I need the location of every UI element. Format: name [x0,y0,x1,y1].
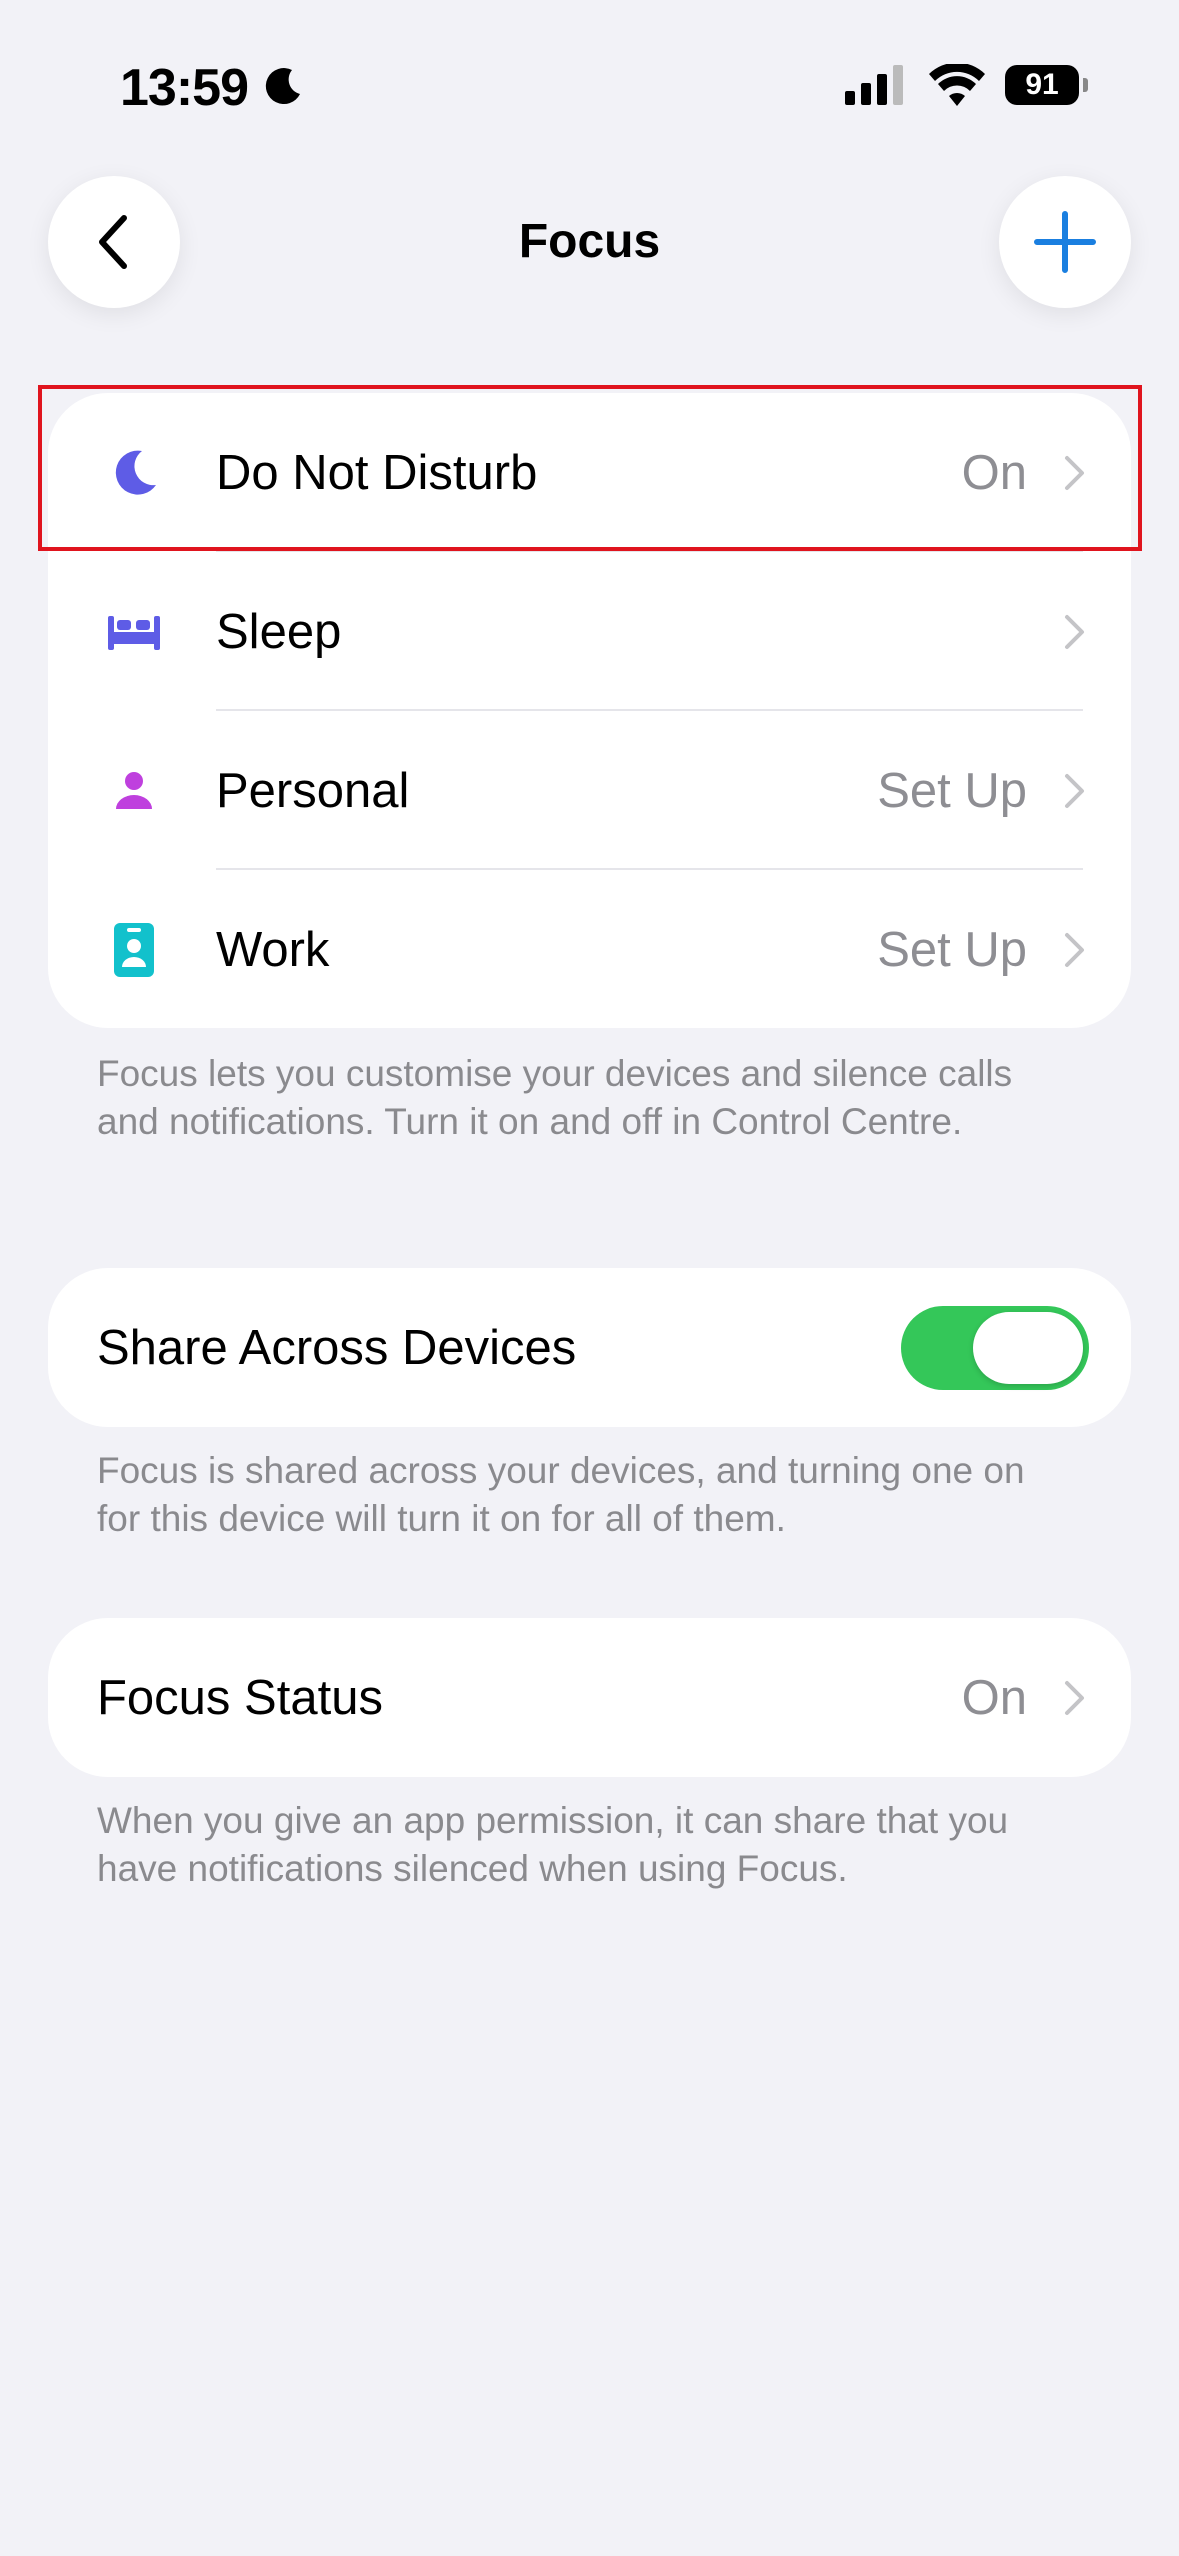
focus-status-footnote: When you give an app permission, it can … [97,1800,1009,1889]
wifi-icon [929,64,985,106]
share-footnote: Focus is shared across your devices, and… [97,1450,1025,1539]
battery-indicator: 91 [1005,65,1088,105]
focus-modes-list: Do Not Disturb On Sleep Personal Set Up … [48,393,1131,1028]
share-across-devices-group: Share Across Devices [48,1268,1131,1427]
chevron-right-icon [1065,614,1084,649]
focus-item-label: Work [216,922,330,977]
chevron-right-icon [1065,455,1084,490]
share-across-devices-row: Share Across Devices [48,1268,1131,1427]
share-across-devices-label: Share Across Devices [97,1320,577,1375]
focus-item-label: Personal [216,763,410,818]
cellular-signal-icon [845,65,903,105]
moon-icon [106,445,162,501]
focus-item-value: Set Up [877,763,1027,818]
chevron-right-icon [1065,773,1084,808]
chevron-right-icon [1065,1680,1084,1715]
focus-item-do-not-disturb[interactable]: Do Not Disturb On [48,393,1131,552]
plus-icon [1034,211,1096,273]
share-across-devices-toggle[interactable] [901,1305,1089,1390]
focus-item-label: Sleep [216,604,342,659]
focus-footnote: Focus lets you customise your devices an… [97,1053,1013,1142]
focus-item-value: On [961,445,1027,500]
add-focus-button[interactable] [999,176,1131,308]
focus-status-row[interactable]: Focus Status On [48,1618,1131,1777]
focus-item-work[interactable]: Work Set Up [48,870,1131,1028]
status-icons: 91 [845,64,1088,106]
focus-status-group: Focus Status On [48,1618,1131,1777]
status-time: 13:59 [120,59,249,117]
id-badge-icon [106,922,162,978]
bed-icon [106,604,162,660]
focus-item-value: Set Up [877,922,1027,977]
focus-status-label: Focus Status [97,1670,383,1725]
moon-icon [265,68,300,105]
person-icon [106,763,162,819]
focus-item-label: Do Not Disturb [216,445,538,500]
toggle-knob [973,1311,1083,1384]
focus-item-sleep[interactable]: Sleep [48,552,1131,711]
chevron-right-icon [1065,932,1084,967]
focus-item-personal[interactable]: Personal Set Up [48,711,1131,870]
focus-status-value: On [961,1670,1027,1725]
